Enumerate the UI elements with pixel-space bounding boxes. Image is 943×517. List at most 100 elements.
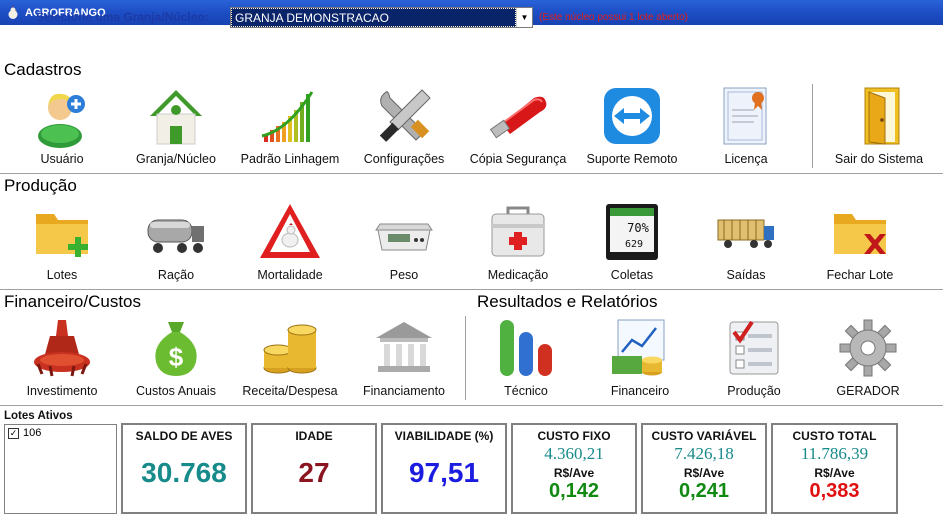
suporte-remoto-button[interactable]: Suporte Remoto: [576, 84, 688, 174]
financiamento-button[interactable]: Financiamento: [348, 316, 460, 406]
medicacao-button[interactable]: Medicação: [462, 200, 574, 290]
custo-variavel-total: 7.426,18: [674, 444, 734, 463]
medicacao-label: Medicação: [487, 268, 549, 282]
custo-fixo-card: CUSTO FIXO 4.360,21 R$/Ave 0,142: [511, 423, 637, 514]
tecnico-button[interactable]: Técnico: [470, 316, 582, 406]
section-title-financeiro: Financeiro/Custos: [4, 292, 142, 311]
custo-total-title: CUSTO TOTAL: [792, 429, 877, 443]
configuracoes-label: Configurações: [363, 152, 445, 166]
tools-icon: [379, 89, 431, 142]
receita-despesa-button[interactable]: Receita/Despesa: [234, 316, 346, 406]
tecnico-label: Técnico: [504, 384, 548, 398]
exit-door-icon: [864, 87, 900, 145]
custo-variavel-card: CUSTO VARIÁVEL 7.426,18 R$/Ave 0,241: [641, 423, 767, 514]
usuario-label: Usuário: [40, 152, 84, 166]
idade-card: IDADE 27: [251, 423, 377, 514]
financiamento-label: Financiamento: [363, 384, 445, 398]
financeiro-label: Financeiro: [610, 384, 670, 398]
financial-report-icon: [612, 319, 665, 376]
idade-title: IDADE: [295, 429, 333, 443]
thermometer-display-icon: 70% 629: [606, 204, 658, 260]
licenca-button[interactable]: Licença: [690, 84, 802, 174]
gear-icon: [839, 319, 897, 377]
chevron-down-icon[interactable]: ▼: [516, 8, 532, 27]
bar-chart-icon: [500, 320, 552, 376]
viabilidade-card: VIABILIDADE (%) 97,51: [381, 423, 507, 514]
feed-truck-icon: [147, 219, 204, 253]
usuario-button[interactable]: Usuário: [6, 84, 118, 174]
mortalidade-button[interactable]: Mortalidade: [234, 200, 346, 290]
investimento-button[interactable]: Investimento: [6, 316, 118, 406]
custos-anuais-label: Custos Anuais: [136, 384, 216, 398]
padrao-linhagem-label: Padrão Linhagem: [240, 152, 340, 166]
section-title-cadastros: Cadastros: [4, 60, 82, 79]
saldo-aves-title: SALDO DE AVES: [135, 429, 233, 443]
racao-button[interactable]: Ração: [120, 200, 232, 290]
saidas-label: Saídas: [726, 268, 766, 282]
coins-icon: [263, 324, 317, 374]
bank-icon: [376, 322, 432, 372]
saidas-button[interactable]: Saídas: [690, 200, 802, 290]
fechar-lote-button[interactable]: Fechar Lote: [804, 200, 916, 290]
money-bag-icon: $: [155, 322, 197, 376]
padrao-linhagem-button[interactable]: Padrão Linhagem: [234, 84, 346, 174]
coletas-button[interactable]: 70% 629 Coletas: [576, 200, 688, 290]
idade-value: 27: [298, 457, 330, 488]
svg-text:70%: 70%: [627, 221, 649, 235]
checkbox-lote[interactable]: ✓: [8, 427, 19, 439]
custo-fixo-total: 4.360,21: [544, 444, 604, 463]
suporte-remoto-label: Suporte Remoto: [586, 152, 678, 166]
sair-sistema-button[interactable]: Sair do Sistema: [823, 84, 935, 174]
viabilidade-value: 97,51: [408, 457, 480, 488]
saldo-aves-value: 30.768: [141, 457, 227, 488]
gerador-button[interactable]: GERADOR: [812, 316, 924, 406]
sair-sistema-label: Sair do Sistema: [834, 152, 924, 166]
warning-chicken-icon: [260, 204, 320, 258]
custo-fixo-per-ave: 0,142: [548, 480, 600, 502]
certificate-icon: [723, 87, 767, 145]
usb-drive-icon: [489, 96, 547, 139]
copia-seguranca-button[interactable]: Cópia Segurança: [462, 84, 574, 174]
custo-variavel-title: CUSTO VARIÁVEL: [651, 429, 757, 443]
section-title-producao: Produção: [4, 176, 77, 195]
lotes-ativos-list[interactable]: ✓ 106: [4, 424, 117, 514]
custo-total-unit: R$/Ave: [814, 466, 855, 480]
granja-select[interactable]: GRANJA DEMONSTRACAO ▼: [230, 7, 533, 28]
separator-financeiro-resultados: [465, 316, 467, 400]
financeiro-button[interactable]: Financeiro: [584, 316, 696, 406]
growth-chart-icon: [261, 91, 314, 142]
custo-variavel-unit: R$/Ave: [683, 466, 725, 480]
coletas-label: Coletas: [610, 268, 654, 282]
remote-support-icon: [604, 88, 660, 144]
section-title-resultados: Resultados e Relatórios: [477, 292, 658, 311]
mortalidade-label: Mortalidade: [257, 268, 323, 282]
granja-nucleo-button[interactable]: Granja/Núcleo: [120, 84, 232, 174]
user-icon: [38, 93, 85, 148]
lotes-button[interactable]: Lotes: [6, 200, 118, 290]
lote-name: 106: [23, 427, 42, 439]
producao-relatorio-button[interactable]: Produção: [698, 316, 810, 406]
lotes-label: Lotes: [46, 268, 78, 282]
granja-selector-label: Selecione uma Granja/Núcleo:: [36, 10, 209, 24]
investimento-label: Investimento: [26, 384, 98, 398]
chicken-app-icon: [8, 5, 18, 19]
peso-button[interactable]: Peso: [348, 200, 460, 290]
custo-variavel-per-ave: 0,241: [678, 480, 730, 502]
separator-horizontal-2: [0, 289, 943, 291]
peso-label: Peso: [389, 268, 419, 282]
granja-select-value[interactable]: GRANJA DEMONSTRACAO: [231, 8, 516, 27]
svg-text:$: $: [169, 342, 184, 372]
viabilidade-title: VIABILIDADE (%): [394, 429, 494, 443]
licenca-label: Licença: [724, 152, 768, 166]
custo-fixo-title: CUSTO FIXO: [537, 429, 611, 443]
custos-anuais-button[interactable]: $ Custos Anuais: [120, 316, 232, 406]
separator-horizontal-3: [0, 405, 943, 407]
copia-seguranca-label: Cópia Segurança: [469, 152, 567, 166]
custo-total-total: 11.786,39: [800, 444, 869, 463]
folder-add-icon: [36, 214, 88, 257]
poultry-feeder-icon: [34, 320, 90, 377]
lotes-ativos-label: Lotes Ativos: [4, 410, 73, 422]
configuracoes-button[interactable]: Configurações: [348, 84, 460, 174]
gerador-label: GERADOR: [836, 384, 900, 398]
list-item[interactable]: ✓ 106: [5, 425, 116, 441]
